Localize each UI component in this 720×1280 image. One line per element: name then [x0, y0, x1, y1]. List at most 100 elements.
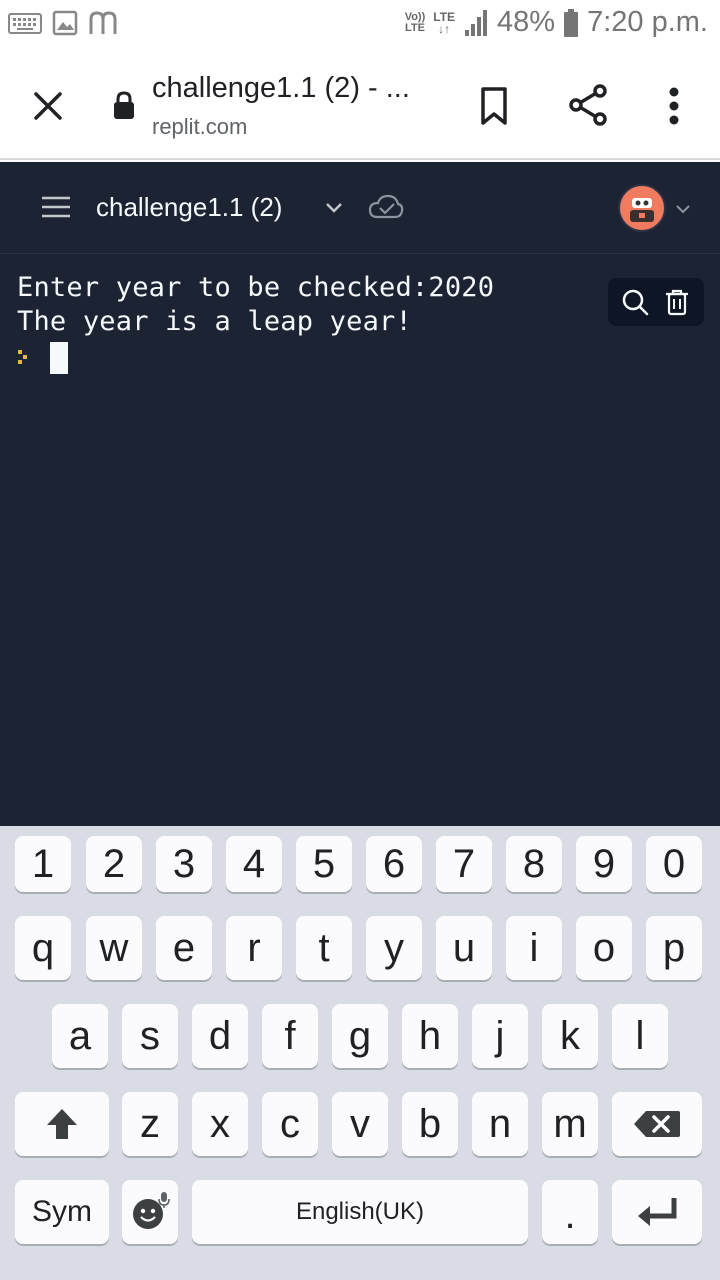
key-p[interactable]: p: [646, 916, 702, 980]
battery-percent: 48%: [497, 6, 556, 38]
key-6[interactable]: 6: [366, 836, 422, 892]
key-8[interactable]: 8: [506, 836, 562, 892]
key-i[interactable]: i: [506, 916, 562, 980]
key-1[interactable]: 1: [15, 836, 71, 892]
replit-header: challenge1.1 (2): [0, 162, 720, 254]
key-label: p: [662, 925, 686, 970]
sym-key[interactable]: Sym: [15, 1180, 109, 1244]
key-0[interactable]: 0: [646, 836, 702, 892]
key-4[interactable]: 4: [226, 836, 282, 892]
key-c[interactable]: c: [262, 1092, 318, 1156]
search-icon[interactable]: [620, 287, 650, 317]
key-k[interactable]: k: [542, 1004, 598, 1068]
key-label: f: [284, 1013, 296, 1058]
key-r[interactable]: r: [226, 916, 282, 980]
space-key[interactable]: English(UK): [192, 1180, 528, 1244]
status-left-icons: [8, 10, 118, 36]
key-label: .: [564, 1193, 576, 1237]
key-label: r: [247, 925, 261, 970]
key-5[interactable]: 5: [296, 836, 352, 892]
key-label: 3: [172, 841, 196, 886]
key-w[interactable]: w: [86, 916, 142, 980]
key-label: t: [318, 925, 330, 970]
hamburger-menu-icon[interactable]: [40, 192, 72, 222]
key-label: 2: [102, 841, 126, 886]
key-7[interactable]: 7: [436, 836, 492, 892]
key-label: o: [592, 925, 616, 970]
key-label: s: [140, 1013, 160, 1058]
key-e[interactable]: e: [156, 916, 212, 980]
key-label: 1: [31, 841, 55, 886]
key-x[interactable]: x: [192, 1092, 248, 1156]
key-l[interactable]: l: [612, 1004, 668, 1068]
prompt-icon: [18, 350, 27, 364]
custom-tab-toolbar: challenge1.1 (2) - ... replit.com: [0, 52, 720, 160]
key-label: a: [68, 1013, 92, 1058]
share-icon[interactable]: [566, 82, 610, 128]
keyboard-icon: [8, 13, 42, 34]
repl-name[interactable]: challenge1.1 (2): [96, 192, 282, 223]
key-label: 5: [312, 841, 336, 886]
key-u[interactable]: u: [436, 916, 492, 980]
close-icon[interactable]: [28, 86, 68, 126]
key-label: 4: [242, 841, 266, 886]
key-g[interactable]: g: [332, 1004, 388, 1068]
clock: 7:20 p.m.: [587, 6, 708, 38]
key-3[interactable]: 3: [156, 836, 212, 892]
more-vertical-icon[interactable]: [654, 84, 694, 128]
key-label: l: [635, 1013, 645, 1058]
key-label: c: [280, 1101, 300, 1146]
enter-key[interactable]: [612, 1180, 702, 1244]
bookmark-icon[interactable]: [474, 84, 514, 128]
signal-icon: [465, 9, 488, 36]
key-f[interactable]: f: [262, 1004, 318, 1068]
emoji-mic-icon: [133, 1192, 170, 1229]
status-bar: Vo)) LTE LTE ↓↑ 48% 7:20 p.m.: [0, 0, 720, 52]
key-y[interactable]: y: [366, 916, 422, 980]
backspace-key[interactable]: [612, 1092, 702, 1156]
key-label: English(UK): [295, 1198, 425, 1225]
key-d[interactable]: d: [192, 1004, 248, 1068]
key-o[interactable]: o: [576, 916, 632, 980]
key-z[interactable]: z: [122, 1092, 178, 1156]
key-a[interactable]: a: [52, 1004, 108, 1068]
key-n[interactable]: n: [472, 1092, 528, 1156]
key-label: u: [452, 925, 476, 970]
key-m[interactable]: m: [542, 1092, 598, 1156]
key-label: q: [31, 925, 55, 970]
backspace-icon: [634, 1111, 680, 1137]
enter-icon: [638, 1198, 677, 1226]
key-9[interactable]: 9: [576, 836, 632, 892]
lte-indicator: LTE ↓↑: [433, 9, 456, 36]
key-label: Sym: [32, 1195, 92, 1228]
terminal-cursor: [50, 342, 68, 374]
key-t[interactable]: t: [296, 916, 352, 980]
key-label: g: [348, 1013, 372, 1058]
messenger-m-icon: [89, 11, 117, 34]
key-label: i: [529, 925, 539, 970]
status-right: Vo)) LTE LTE ↓↑ 48% 7:20 p.m.: [405, 6, 708, 39]
page-title: challenge1.1 (2) - ...: [152, 72, 410, 104]
chevron-down-icon[interactable]: [322, 196, 346, 220]
key-2[interactable]: 2: [86, 836, 142, 892]
key-s[interactable]: s: [122, 1004, 178, 1068]
page-domain: replit.com: [152, 114, 248, 139]
trash-icon[interactable]: [662, 287, 692, 317]
key-label: y: [384, 925, 404, 970]
key-h[interactable]: h: [402, 1004, 458, 1068]
shift-key[interactable]: [15, 1092, 109, 1156]
avatar[interactable]: [618, 184, 666, 232]
emoji-key[interactable]: [122, 1180, 178, 1244]
period-key[interactable]: .: [542, 1180, 598, 1244]
battery-icon: [564, 8, 579, 37]
key-j[interactable]: j: [472, 1004, 528, 1068]
console[interactable]: Enter year to be checked:2020 The year i…: [0, 254, 720, 826]
avatar-chevron-icon[interactable]: [674, 200, 692, 218]
key-b[interactable]: b: [402, 1092, 458, 1156]
key-label: x: [210, 1101, 230, 1146]
key-label: 7: [452, 841, 476, 886]
key-label: d: [208, 1013, 232, 1058]
key-q[interactable]: q: [15, 916, 71, 980]
key-label: 6: [382, 841, 406, 886]
key-v[interactable]: v: [332, 1092, 388, 1156]
